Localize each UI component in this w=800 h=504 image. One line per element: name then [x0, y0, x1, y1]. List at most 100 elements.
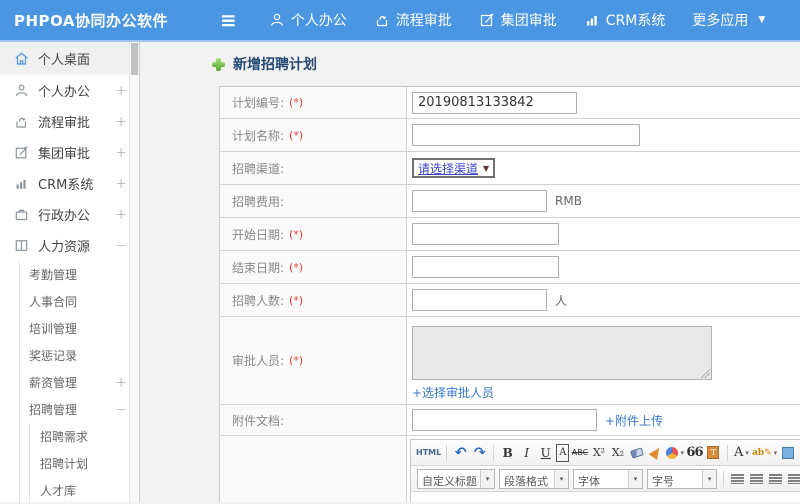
field-label: 开始日期: — [232, 227, 285, 242]
align-right-button[interactable] — [767, 470, 784, 488]
form-row-start-date: 开始日期: (*) — [220, 218, 800, 251]
workflow-icon — [14, 114, 29, 129]
sidebar-item-group-approval[interactable]: 集团审批 + — [0, 137, 139, 168]
app-title: PHPOA协同办公软件 — [14, 11, 168, 30]
sidebar-item-personal-office[interactable]: 个人办公 + — [0, 75, 139, 106]
highlight-button[interactable]: ab ✎ ▾ — [752, 444, 777, 462]
required-mark: (*) — [289, 260, 304, 274]
font-color-button[interactable]: A ▾ — [733, 444, 750, 462]
plan-number-input[interactable] — [412, 91, 577, 114]
custom-title-select[interactable]: 自定义标题 ▾ — [417, 468, 495, 489]
blockquote-button[interactable]: 66 — [686, 444, 703, 462]
expand-plus-icon[interactable]: + — [115, 114, 127, 130]
sidebar-subitem-salary[interactable]: 薪资管理 + — [20, 369, 139, 396]
scrollbar-thumb[interactable] — [131, 43, 138, 75]
bold-button[interactable]: B — [499, 444, 516, 462]
topnav-label: 更多应用 — [692, 13, 749, 29]
sidebar-item-human-resources[interactable]: 人力资源 − — [0, 230, 139, 261]
html-source-button[interactable]: HTML — [416, 444, 441, 462]
plan-name-input[interactable] — [412, 124, 640, 146]
font-size-select[interactable]: 字号 ▾ — [647, 468, 717, 489]
start-date-input[interactable] — [412, 223, 559, 245]
sidebar-subitem-recruit-plan[interactable]: 招聘计划 — [30, 450, 139, 477]
sidebar-subitem-recruitment[interactable]: 招聘管理 − — [20, 396, 139, 423]
attachment-input[interactable] — [412, 409, 597, 431]
align-justify-button[interactable] — [786, 470, 800, 488]
paragraph-format-select[interactable]: 段落格式 ▾ — [499, 468, 569, 489]
select-approvers-link[interactable]: +选择审批人员 — [412, 384, 494, 401]
sidebar-item-label: 个人办公 — [38, 85, 91, 100]
subitem-label: 薪资管理 — [29, 376, 78, 390]
font-family-select[interactable]: 字体 ▾ — [573, 468, 643, 489]
subitem-label: 考勤管理 — [29, 268, 78, 282]
eraser-icon — [630, 446, 644, 459]
editor-content-area[interactable] — [411, 492, 800, 502]
redo-button[interactable]: ↷ — [471, 444, 488, 462]
image-icon — [781, 446, 794, 459]
sidebar-item-crm-system[interactable]: CRM系统 + — [0, 168, 139, 199]
format-brush-button[interactable] — [647, 444, 664, 462]
sidebar-item-admin-office[interactable]: 行政办公 + — [0, 199, 139, 230]
required-mark: (*) — [289, 128, 304, 142]
topnav-group-approval[interactable]: 集团审批 — [479, 10, 557, 30]
hamburger-menu-icon[interactable]: ≡ — [220, 10, 237, 30]
resize-handle[interactable] — [701, 369, 710, 378]
expand-plus-icon[interactable]: + — [115, 83, 127, 99]
pen-icon: ✎ — [764, 447, 772, 458]
topnav-workflow-approval[interactable]: 流程审批 — [374, 10, 452, 30]
insert-image-button[interactable] — [779, 444, 796, 462]
sidebar-item-label: 集团审批 — [38, 147, 91, 162]
subitem-label: 招聘需求 — [40, 430, 89, 444]
align-center-button[interactable] — [748, 470, 765, 488]
subitem-label: 培训管理 — [29, 322, 78, 336]
sidebar-subitem-recruit-demand[interactable]: 招聘需求 — [30, 423, 139, 450]
collapse-minus-icon[interactable]: − — [115, 238, 127, 254]
undo-button[interactable]: ↶ — [452, 444, 469, 462]
underline-button[interactable]: U — [537, 444, 554, 462]
recruitment-plan-form: 计划编号: (*) 计划名称: (*) 招聘渠道 — [219, 86, 800, 502]
topnav-more-apps[interactable]: 更多应用 ▼ — [692, 10, 765, 30]
sidebar-subitem-training[interactable]: 培训管理 — [20, 315, 139, 342]
subscript-button[interactable]: X₂ — [609, 444, 626, 462]
sidebar-subitem-hr-contract[interactable]: 人事合同 — [20, 288, 139, 315]
recruitment-submenu: 招聘需求 招聘计划 人才库 — [29, 423, 139, 504]
field-label: 招聘渠道: — [232, 161, 285, 176]
strikethrough-button[interactable]: ABC — [571, 444, 588, 462]
expand-plus-icon[interactable]: + — [115, 375, 127, 391]
form-row-plan-number: 计划编号: (*) — [220, 87, 800, 119]
paste-button[interactable]: T — [705, 444, 722, 462]
expand-plus-icon[interactable]: + — [115, 145, 127, 161]
field-label: 结束日期: — [232, 260, 285, 275]
attachment-upload-link[interactable]: +附件上传 — [605, 412, 663, 429]
align-left-button[interactable] — [729, 470, 746, 488]
end-date-input[interactable] — [412, 256, 559, 278]
required-mark: (*) — [289, 293, 304, 307]
sidebar-item-workflow-approval[interactable]: 流程审批 + — [0, 106, 139, 137]
expand-plus-icon[interactable]: + — [115, 176, 127, 192]
topnav-label: 个人办公 — [290, 13, 347, 29]
approvers-textarea[interactable] — [412, 326, 712, 380]
sidebar-item-label: 行政办公 — [38, 209, 91, 224]
autotypeset-button[interactable]: A — [556, 443, 570, 462]
sidebar-subitem-attendance[interactable]: 考勤管理 — [20, 261, 139, 288]
superscript-button[interactable]: X² — [590, 444, 607, 462]
background-color-button[interactable]: ▾ — [666, 444, 684, 462]
chart-icon — [14, 176, 29, 191]
user-icon — [269, 12, 285, 28]
channel-select[interactable]: 请选择渠道 ▼ — [412, 158, 496, 178]
sidebar-subitem-rewards[interactable]: 奖惩记录 — [20, 342, 139, 369]
collapse-minus-icon[interactable]: − — [115, 402, 127, 418]
cost-input[interactable] — [412, 190, 547, 212]
field-label: 附件文档: — [232, 413, 285, 428]
sidebar-item-personal-desktop[interactable]: 个人桌面 — [0, 42, 139, 75]
dropdown-arrow-icon: ▾ — [554, 469, 568, 488]
topnav-personal-office[interactable]: 个人办公 — [269, 10, 347, 30]
sidebar-scrollbar[interactable] — [129, 42, 138, 502]
headcount-input[interactable] — [412, 289, 547, 311]
sidebar-subitem-talent-pool[interactable]: 人才库 — [30, 477, 139, 504]
italic-button[interactable]: I — [518, 444, 535, 462]
topnav-crm-system[interactable]: CRM系统 — [584, 10, 665, 30]
eraser-button[interactable] — [628, 444, 645, 462]
currency-suffix: RMB — [555, 194, 582, 208]
expand-plus-icon[interactable]: + — [115, 207, 127, 223]
